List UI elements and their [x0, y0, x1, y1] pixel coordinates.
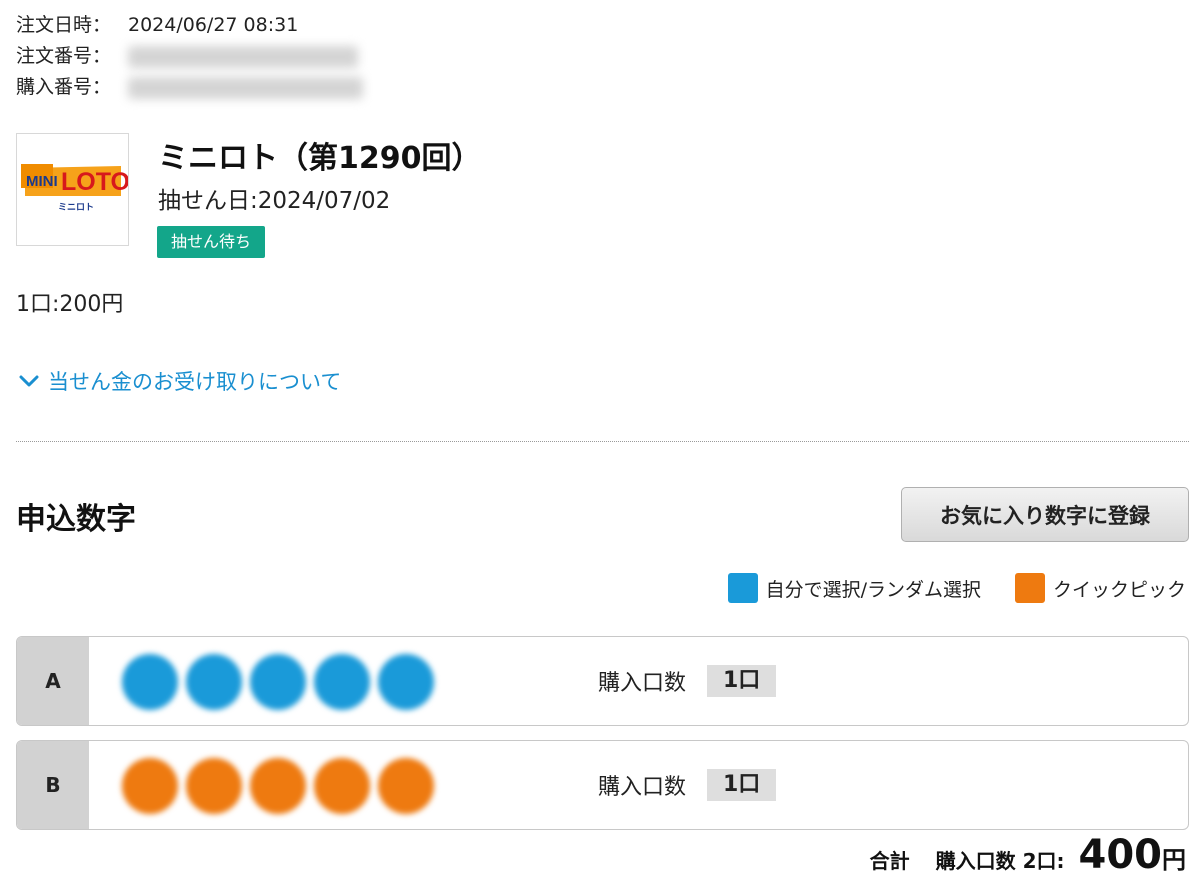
number-ball	[250, 654, 306, 710]
numbers-section-title: 申込数字	[16, 502, 136, 537]
purchase-qty-value: 1口	[707, 665, 777, 697]
order-datetime-value: 2024/06/27 08:31	[128, 14, 299, 36]
legend-self-label: 自分で選択/ランダム選択	[765, 578, 981, 601]
number-row-b: B 購入口数 1口	[16, 740, 1189, 830]
prize-info-link-label: 当せん金のお受け取りについて	[48, 370, 342, 394]
number-row-a: A 購入口数 1口	[16, 636, 1189, 726]
purchase-number-redacted	[128, 76, 363, 99]
purchase-qty-label: 購入口数	[598, 775, 687, 800]
draw-date: 抽せん日:2024/07/02	[158, 188, 391, 214]
product-title: ミニロト（第1290回）	[158, 141, 482, 176]
section-divider	[16, 441, 1189, 442]
logo-mini-text: MINI	[26, 173, 58, 190]
purchase-number-row: 購入番号：	[16, 72, 363, 103]
order-number-redacted	[128, 45, 358, 68]
total-amount: 400	[1078, 832, 1163, 878]
number-ball	[314, 654, 370, 710]
number-ball	[122, 654, 178, 710]
logo-loto-text: LOTO	[61, 168, 128, 196]
chevron-down-icon	[19, 375, 39, 387]
number-balls-redacted	[122, 654, 442, 710]
miniloto-logo: MINI LOTO ミニロト	[16, 133, 130, 246]
order-datetime-label: 注文日時：	[16, 14, 112, 36]
legend-self-swatch	[727, 573, 758, 603]
legend-quick-pick: クイックピック	[1014, 573, 1186, 603]
order-total: 合計 購入口数 2口: 400 円	[870, 832, 1186, 878]
unit-price: 1口:200円	[16, 292, 124, 317]
order-number-row: 注文番号：	[16, 41, 363, 72]
number-ball	[378, 758, 434, 814]
color-legend: 自分で選択/ランダム選択 クイックピック	[694, 573, 1186, 603]
row-label: B	[17, 741, 89, 829]
order-number-label: 注文番号：	[16, 45, 112, 67]
register-favorite-button[interactable]: お気に入り数字に登録	[901, 487, 1189, 542]
row-label: A	[17, 637, 89, 725]
prize-info-link[interactable]: 当せん金のお受け取りについて	[18, 366, 341, 396]
number-ball	[122, 758, 178, 814]
status-badge: 抽せん待ち	[157, 226, 266, 258]
order-meta: 注文日時： 2024/06/27 08:31 注文番号： 購入番号：	[16, 10, 363, 103]
order-datetime-row: 注文日時： 2024/06/27 08:31	[16, 10, 363, 41]
number-ball	[378, 654, 434, 710]
number-balls-redacted	[122, 758, 442, 814]
purchase-number-label: 購入番号：	[16, 76, 112, 98]
total-label: 合計	[869, 849, 910, 873]
purchase-qty-value: 1口	[707, 769, 777, 801]
number-ball	[250, 758, 306, 814]
total-qty: 購入口数 2口:	[935, 849, 1065, 873]
number-ball	[186, 758, 242, 814]
legend-quick-label: クイックピック	[1052, 578, 1186, 601]
number-ball	[186, 654, 242, 710]
purchase-qty-label: 購入口数	[598, 671, 687, 696]
number-ball	[314, 758, 370, 814]
total-unit: 円	[1162, 846, 1186, 874]
legend-self-select: 自分で選択/ランダム選択	[727, 573, 981, 603]
logo-sub-text: ミニロト	[58, 202, 94, 213]
legend-quick-swatch	[1014, 573, 1045, 603]
